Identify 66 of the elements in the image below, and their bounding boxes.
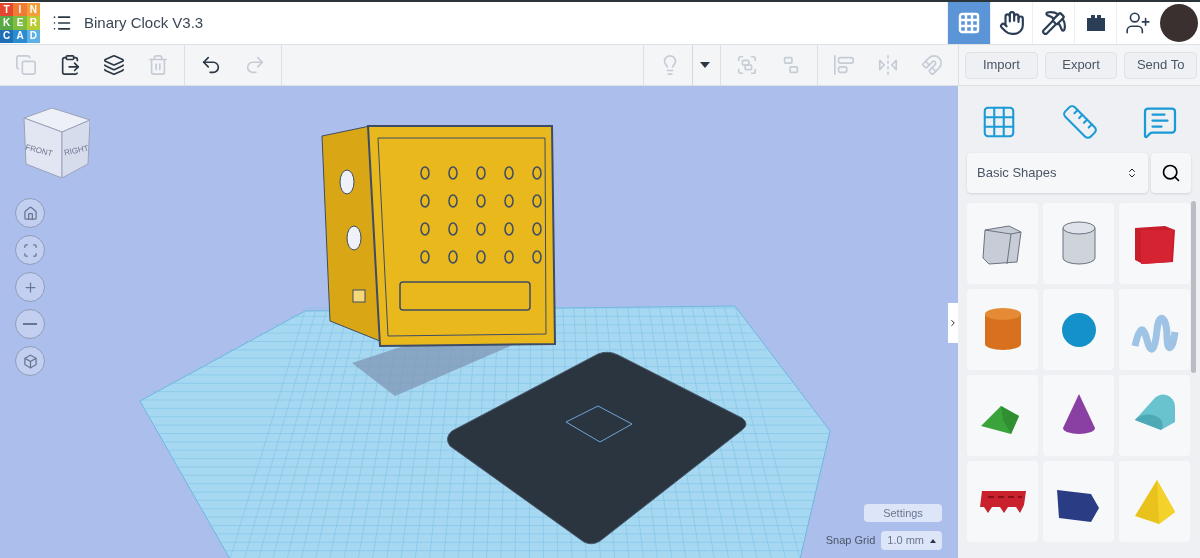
block-letters-icon [978, 490, 1027, 513]
logo-letter: K [0, 16, 14, 30]
shape-tile[interactable] [967, 203, 1038, 284]
view-cube[interactable]: FRONT RIGHT [22, 108, 90, 178]
grid-icon [957, 11, 981, 35]
mirror-icon [877, 54, 899, 76]
align-icon [833, 54, 855, 76]
action-button[interactable]: Export [1044, 51, 1118, 79]
design-list-button[interactable] [52, 13, 72, 33]
shape-tile[interactable] [1119, 289, 1190, 370]
hand-icon [998, 10, 1025, 36]
snap-grid-select[interactable]: 1.0 mm [881, 531, 942, 550]
search-button[interactable] [1151, 153, 1191, 193]
zoom-in-button[interactable] [15, 272, 45, 302]
logo-letter: I [13, 3, 27, 17]
pickaxe-icon [1040, 10, 1067, 36]
shape-tile[interactable] [1043, 203, 1114, 284]
action-button[interactable]: Send To [1124, 51, 1197, 79]
shape-tile[interactable] [1043, 375, 1114, 456]
shape-tile[interactable] [1043, 289, 1114, 370]
action-button[interactable]: Import [965, 51, 1038, 79]
settings-button[interactable]: Settings [864, 504, 942, 522]
home-button[interactable] [15, 198, 45, 228]
zoom-out-button[interactable] [15, 309, 45, 339]
group-icon [736, 54, 758, 76]
magnet-icon [921, 54, 943, 76]
logo[interactable]: T I N K E R C A D [0, 3, 40, 43]
duplicate-icon [103, 54, 125, 76]
list-icon [52, 13, 72, 33]
chevron-right-icon [948, 317, 958, 329]
perspective-button[interactable] [15, 346, 45, 376]
fit-icon [22, 242, 38, 258]
shape-tile[interactable] [967, 461, 1038, 542]
viewport[interactable]: FRONT RIGHT Settings Snap Grid 1.0 mm [0, 86, 958, 558]
redo-icon [244, 54, 266, 76]
logo-letter: E [13, 16, 27, 30]
shape-tile[interactable] [1119, 203, 1190, 284]
copy-icon [15, 54, 37, 76]
design-title: Binary Clock V3.3 [84, 12, 204, 33]
search-icon [1161, 163, 1181, 183]
undo-icon [200, 54, 222, 76]
shape-tile[interactable] [1119, 461, 1190, 542]
snap-grid-label: Snap Grid [825, 533, 876, 549]
user-plus-icon [1124, 10, 1151, 36]
shape-tile[interactable] [1043, 461, 1114, 542]
up-down-icon [1126, 167, 1138, 179]
shape-tile[interactable] [967, 375, 1038, 456]
caret-icon [699, 62, 710, 68]
fit-button[interactable] [15, 235, 45, 265]
ruler-icon[interactable] [1061, 102, 1099, 141]
logo-letter: T [0, 3, 14, 17]
cube-face-label: RIGHT [63, 142, 90, 160]
category-select[interactable]: Basic Shapes [967, 153, 1148, 193]
zoom-in-icon [22, 279, 38, 295]
avatar[interactable] [1160, 4, 1198, 42]
paste-icon [59, 54, 81, 76]
caret-up-icon [930, 538, 936, 543]
cube-drawing [22, 108, 90, 178]
delete-icon [147, 54, 169, 76]
perspective-icon [22, 353, 38, 369]
panel-collapse-tab[interactable] [948, 303, 958, 343]
cube-face-label: FRONT [23, 141, 54, 161]
shape-tile[interactable] [967, 289, 1038, 370]
scrollbar[interactable] [1191, 201, 1196, 373]
shape-tile[interactable] [1119, 375, 1190, 456]
home-icon [22, 205, 38, 221]
